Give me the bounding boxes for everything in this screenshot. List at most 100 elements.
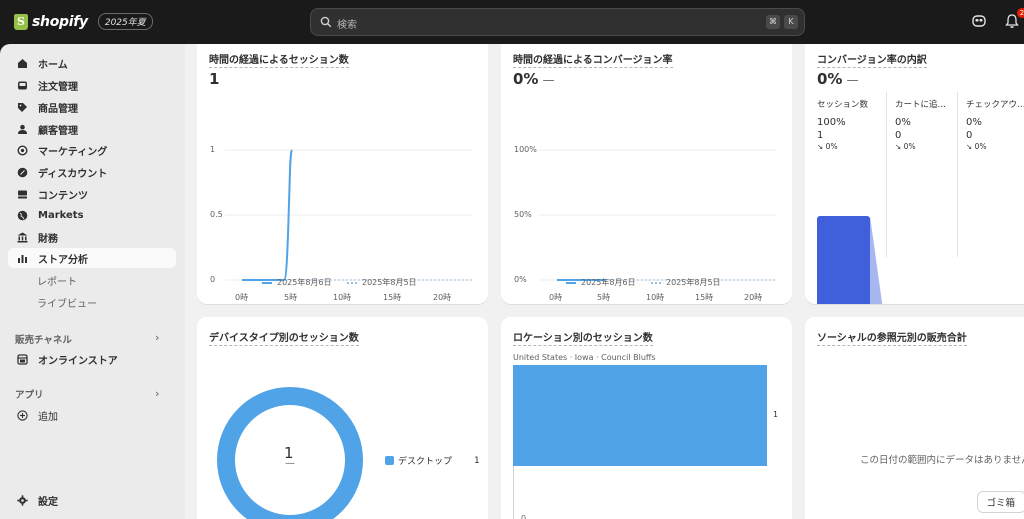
shopify-logo[interactable]: shopify 2025年夏 [14,13,153,30]
sidebar-item-label: 設定 [38,496,58,508]
sidebar-item-label: 商品管理 [38,103,78,115]
legend-swatch [651,281,661,284]
legend-label: 2025年8月5日 [362,278,417,287]
x-tick: 20時 [744,293,763,302]
sidebar-item-finance[interactable]: 財務 [8,227,176,247]
sidebar-item-marketing[interactable]: マーケティング [8,140,176,160]
sidebar-item-discounts[interactable]: ディスカウント [8,162,176,182]
funnel-chart [817,216,883,304]
apps-heading[interactable]: アプリ [15,387,44,401]
y-tick: 100% [514,145,537,154]
search-bar[interactable]: 検索 ⌘ K [310,8,805,36]
inbox-icon [16,79,28,91]
x-tick: 10時 [333,293,352,302]
target-icon [16,144,28,156]
sidebar-item-label: ディスカウント [38,168,108,180]
sidebar-item-label: 顧客管理 [38,125,78,137]
analytics-icon [16,252,28,264]
y-tick: 50% [514,210,532,219]
device-legend-item[interactable]: デスクトップ 1 [385,454,480,467]
funnel-step-checkout: チェックアウ… 0% 0 ↘ 0% [966,98,1024,151]
home-icon [16,57,28,69]
sidebar-item-customers[interactable]: 顧客管理 [8,119,176,139]
funnel-step-change: ↘ 0% [966,142,987,151]
y-tick: 1 [210,145,216,154]
sidebar-item-content[interactable]: コンテンツ [8,184,176,204]
legend-item[interactable]: 2025年8月6日 [566,277,636,288]
y-tick: 0 [210,275,216,284]
funnel-step-label: チェックアウ… [966,100,1024,110]
sidebar-item-orders[interactable]: 注文管理 [8,75,176,95]
x-tick: 0時 [549,293,563,302]
tag-icon [16,101,28,113]
conversion-breakdown-card: コンバージョン率の内訳 0% — セッション数 100% 1 ↘ 0% カートに追… [805,44,1024,304]
sidebar-item-products[interactable]: 商品管理 [8,97,176,117]
funnel-step-change: ↘ 0% [895,142,916,151]
funnel-step-count: 1 [817,130,824,141]
sidebar-item-analytics[interactable]: ストア分析 [8,248,176,268]
legend-item[interactable]: 2025年8月5日 [651,277,721,288]
sessions-by-location-card: ロケーション別のセッション数 United States · Iowa · Co… [501,317,792,519]
chevron-right-icon[interactable]: › [155,331,159,344]
bar-council-bluffs [513,365,767,466]
x-tick: 15時 [695,293,714,302]
x-tick: 5時 [284,293,298,302]
sidebar-item-label: 財務 [38,233,58,245]
globe-icon [16,209,28,221]
sidebar-item-settings[interactable]: 設定 [8,490,176,510]
conversion-line-chart [539,149,776,281]
top-bar: shopify 2025年夏 検索 ⌘ K 2 [0,0,1024,44]
sessions-line-chart [225,149,472,281]
sidebar: ホーム 注文管理 商品管理 顧客管理 マーケティング ディスカウント コンテンツ… [0,44,185,519]
x-tick: 5時 [597,293,611,302]
notification-count-badge: 2 [1017,8,1024,18]
discount-icon [16,166,28,178]
sidebar-item-markets[interactable]: Markets [8,205,176,225]
breakdown-value: 0% — [817,70,858,88]
card-title[interactable]: デバイスタイプ別のセッション数 [209,329,359,346]
content-icon [16,188,28,200]
x-axis-zero: 0 [521,514,527,519]
sidebar-item-home[interactable]: ホーム [8,53,176,73]
bar-value-label: 1 [773,410,779,419]
x-tick: 15時 [383,293,402,302]
sidebar-subitem-reports[interactable]: レポート [37,273,77,288]
social-referrer-sales-card: ソーシャルの参照元別の販売合計 この日付の範囲内にデータはありません [805,317,1024,519]
legend-label: 2025年8月6日 [581,278,636,287]
legend-swatch [347,281,357,284]
chevron-right-icon[interactable]: › [155,387,159,400]
sidebar-item-label: マーケティング [38,146,108,158]
trash-button[interactable]: ゴミ箱 [977,491,1024,513]
x-tick: 10時 [646,293,665,302]
x-tick: 0時 [235,293,249,302]
funnel-step-sessions: セッション数 100% 1 ↘ 0% [817,98,868,151]
sidebar-subitem-live-view[interactable]: ライブビュー [37,295,97,310]
empty-state-text: この日付の範囲内にデータはありません [860,455,1024,466]
main-content: 時間の経過によるセッション数 1 1 0.5 0 0時 5時 10時 15時 2… [185,44,1024,519]
sidebar-item-label: 追加 [38,411,58,423]
search-icon [320,16,332,28]
legend-label: 2025年8月5日 [666,278,721,287]
card-title[interactable]: コンバージョン率の内訳 [817,51,927,68]
shortcut-cmd-key: ⌘ [766,15,780,29]
person-icon [16,123,28,135]
sessions-over-time-card: 時間の経過によるセッション数 1 1 0.5 0 0時 5時 10時 15時 2… [197,44,488,304]
legend-item[interactable]: 2025年8月5日 [347,277,417,288]
legend-item[interactable]: 2025年8月6日 [262,277,332,288]
edition-badge[interactable]: 2025年夏 [97,13,153,30]
sidebar-item-online-store[interactable]: オンラインストア [8,349,176,369]
sidebar-item-add-app[interactable]: 追加 [8,405,176,425]
shopify-bag-icon [14,13,28,30]
breakdown-value-text: 0% [817,70,843,88]
sidebar-item-label: ストア分析 [38,254,88,266]
sidekick-icon[interactable] [971,13,989,31]
funnel-step-count: 0 [966,130,973,141]
legend-label: デスクトップ [398,457,453,467]
breakdown-change: — [846,73,859,87]
notification-bell-icon[interactable]: 2 [1005,8,1024,31]
gear-icon [16,494,28,506]
sidebar-item-label: 注文管理 [38,81,78,93]
sales-channels-heading[interactable]: 販売チャネル [15,332,72,346]
card-title[interactable]: ソーシャルの参照元別の販売合計 [817,329,967,346]
sidebar-item-label: コンテンツ [38,190,88,202]
